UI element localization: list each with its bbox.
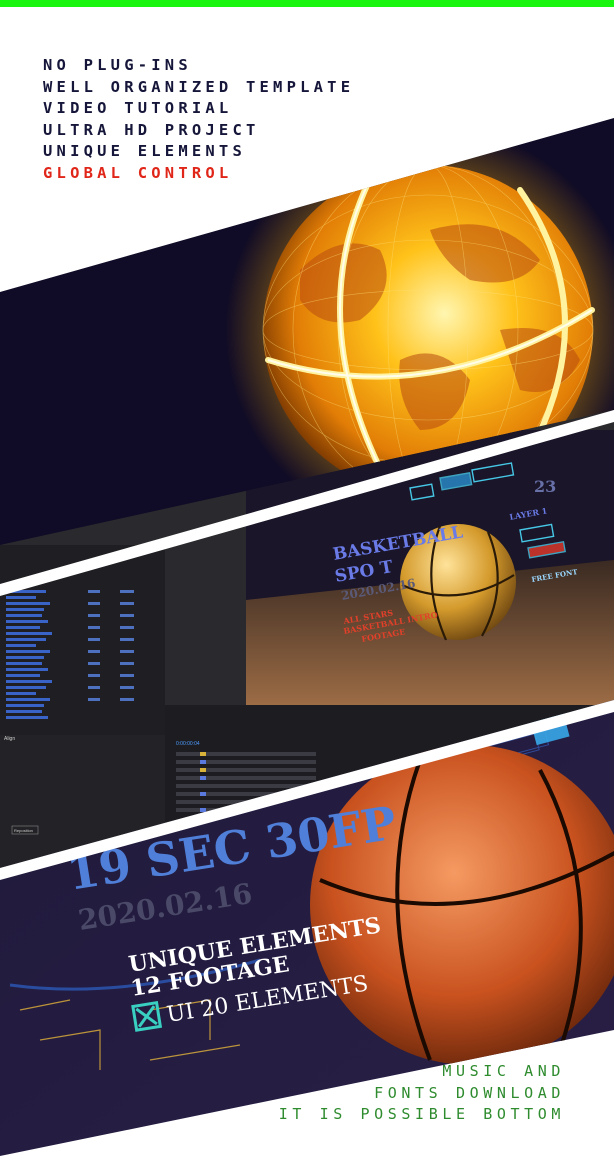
scene-number: 23 bbox=[534, 477, 556, 496]
align-panel-label: Align bbox=[4, 736, 15, 742]
bottom-line-possible: IT IS POSSIBLE BOTTOM bbox=[278, 1105, 565, 1123]
reposition-label: Reposition bbox=[14, 828, 33, 833]
timecode: 0:00:00:04 bbox=[176, 741, 200, 747]
preview-panels: Align Reposition BASKETBALL SPO T 2020.0… bbox=[0, 118, 614, 1156]
bottom-line-music: MUSIC AND bbox=[442, 1062, 565, 1080]
bottom-note: MUSIC AND FONTS DOWNLOAD IT IS POSSIBLE … bbox=[279, 1061, 565, 1126]
bottom-line-fonts: FONTS DOWNLOAD bbox=[374, 1083, 565, 1102]
